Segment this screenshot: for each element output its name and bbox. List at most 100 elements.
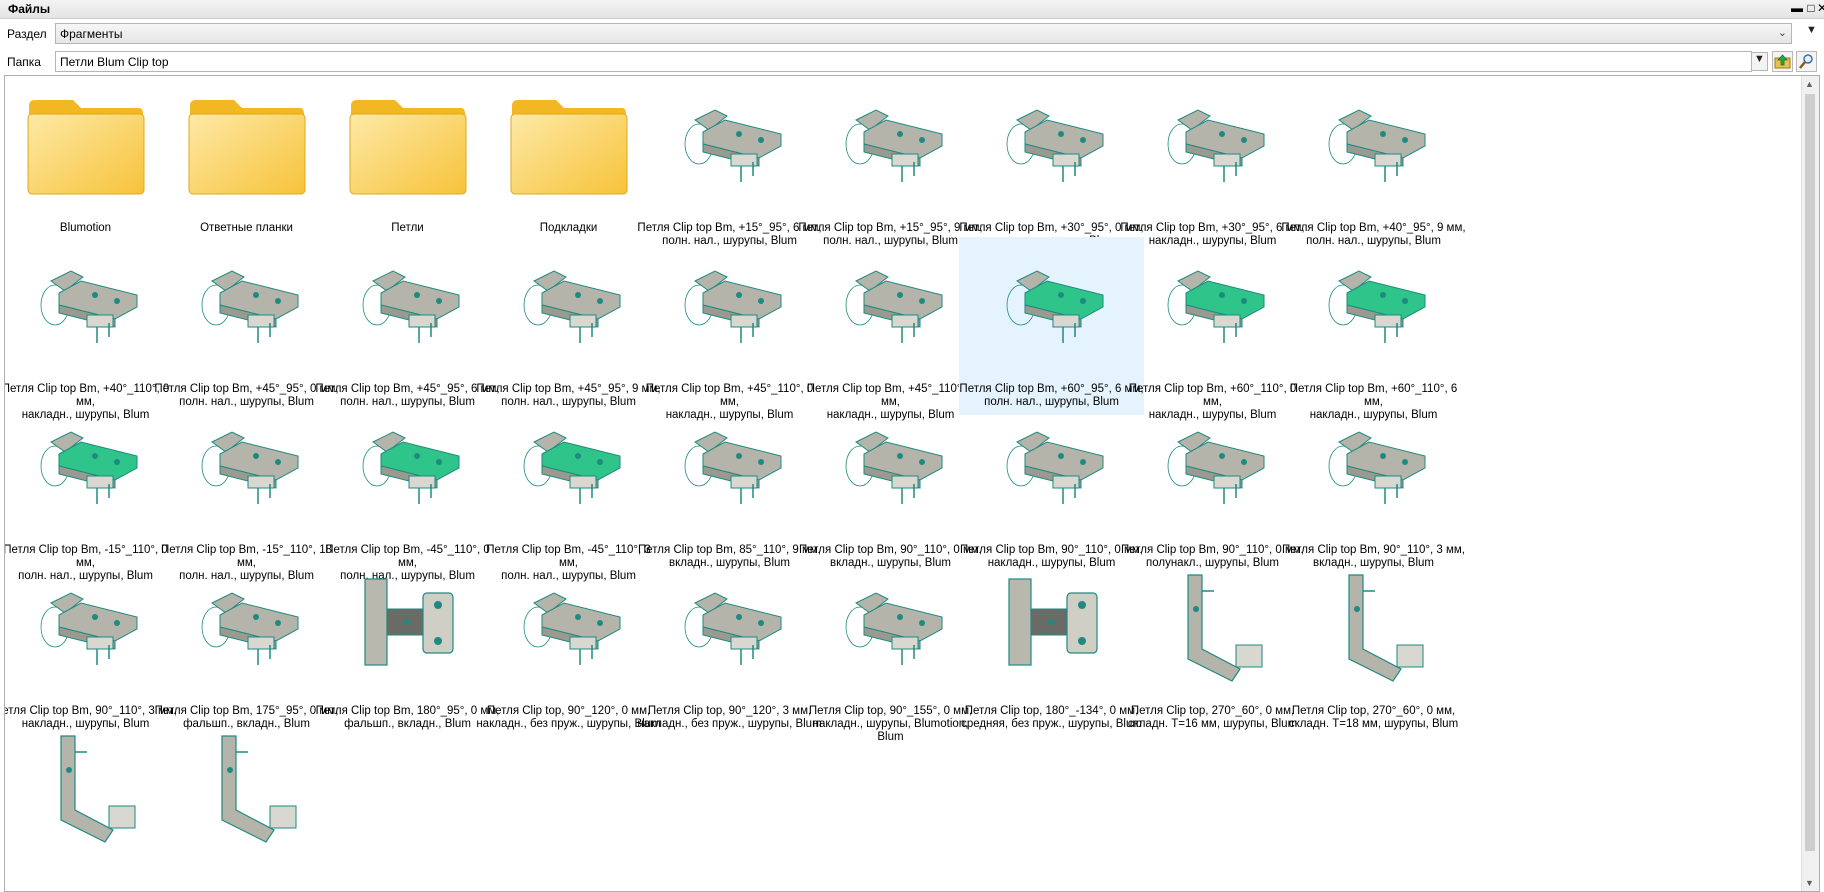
close-button[interactable]: ✕	[1817, 1, 1824, 15]
magnifier-icon	[1799, 54, 1813, 69]
folder-item[interactable]: Blumotion	[5, 76, 178, 254]
hinge-thumbnail-icon	[669, 569, 791, 691]
file-item[interactable]: Петля Clip top Bm, +15°_95°, 6 мм, полн.…	[637, 76, 822, 254]
hinge-thumbnail-icon	[25, 247, 147, 369]
item-caption: Петля Clip top, 270°_60°, 0 мм, складн. …	[1288, 705, 1459, 730]
file-item[interactable]	[5, 720, 178, 891]
file-item[interactable]: Петля Clip top Bm, +45°_95°, 9 мм, полн.…	[476, 237, 661, 415]
hinge-thumbnail-icon	[669, 247, 791, 369]
folder-item[interactable]: Петли	[315, 76, 500, 254]
file-item[interactable]: Петля Clip top Bm, -15°_110°, 18 мм, пол…	[154, 398, 339, 582]
file-item[interactable]: Петля Clip top, 90°_120°, 0 мм, накладн.…	[476, 559, 661, 737]
item-caption: Ответные планки	[200, 222, 293, 234]
hinge-thumbnail-icon	[347, 408, 469, 530]
section-label: Раздел	[7, 27, 47, 41]
section-select[interactable]: Фрагменты ⌄	[55, 23, 1792, 44]
item-caption: Подкладки	[539, 222, 598, 234]
hinge-thumbnail-icon	[991, 247, 1113, 369]
file-item[interactable]: Петля Clip top Bm, +30°_95°, 0 мм, накла…	[959, 76, 1144, 254]
search-button[interactable]	[1796, 51, 1817, 72]
hinge-thumbnail-icon	[830, 247, 952, 369]
item-caption: Петля Clip top, 270°_60°, 0 мм, складн. …	[1127, 705, 1298, 730]
file-item[interactable]: Петля Clip top, 90°_155°, 0 мм, накладн.…	[798, 559, 983, 743]
hinge-thumbnail-icon	[508, 408, 630, 530]
hinge-thumbnail-icon	[830, 408, 952, 530]
hinge-thumbnail-icon	[1152, 247, 1274, 369]
folder-row: Папка Петли Blum Clip top ▼	[0, 49, 1824, 75]
hinge-thumbnail-icon	[186, 247, 308, 369]
maximize-button[interactable]: □	[1804, 1, 1818, 15]
file-item[interactable]: Петля Clip top Bm, +30°_95°, 6 мм, накла…	[1120, 76, 1305, 254]
file-item[interactable]	[154, 720, 339, 891]
file-item[interactable]: Петля Clip top Bm, +40°_110°, 0 мм, накл…	[5, 237, 178, 421]
file-item[interactable]: Петля Clip top Bm, 90°_110°, 0 мм, полун…	[1120, 398, 1305, 576]
folder-label: Папка	[7, 55, 41, 69]
file-item[interactable]: Петля Clip top Bm, 90°_110°, 3 мм, вклад…	[1281, 398, 1466, 576]
folder-icon	[347, 86, 469, 208]
hinge-thumbnail-icon	[25, 569, 147, 691]
file-item[interactable]: Петля Clip top Bm, -15°_110°, 0 мм, полн…	[5, 398, 178, 582]
hinge-thumbnail-icon	[669, 408, 791, 530]
file-item[interactable]: Петля Clip top Bm, 90°_110°, 0 мм, накла…	[959, 398, 1144, 576]
hinge-thumbnail-icon	[347, 569, 469, 691]
section-row: Раздел Фрагменты ⌄ ▼	[0, 21, 1824, 47]
file-item[interactable]: Петля Clip top Bm, +45°_110°, 3 мм, накл…	[798, 237, 983, 421]
vertical-scrollbar[interactable]: ▲ ▼	[1801, 76, 1819, 891]
minimize-button[interactable]: ▬	[1790, 1, 1804, 15]
file-browser-pane[interactable]: Blumotion Ответные планки Петли Подкладки Пе…	[4, 75, 1820, 892]
hinge-thumbnail-icon	[669, 86, 791, 208]
folder-path-value: Петли Blum Clip top	[60, 55, 169, 69]
file-item[interactable]: Петля Clip top, 270°_60°, 0 мм, складн. …	[1120, 559, 1305, 737]
hinge-thumbnail-icon	[991, 86, 1113, 208]
file-item[interactable]: Петля Clip top Bm, -45°_110°, 0 мм, полн…	[315, 398, 500, 582]
hinge-thumbnail-icon	[991, 408, 1113, 530]
hinge-thumbnail-icon	[1152, 408, 1274, 530]
file-item[interactable]: Петля Clip top Bm, 85°_110°, 9 мм, вклад…	[637, 398, 822, 576]
folder-icon	[25, 86, 147, 208]
scrollbar-thumb[interactable]	[1805, 94, 1815, 851]
scroll-up-arrow-icon[interactable]: ▲	[1805, 79, 1814, 89]
item-caption: Петля Clip top, 90°_155°, 0 мм, накладн.…	[808, 705, 973, 743]
folder-item[interactable]: Подкладки	[476, 76, 661, 254]
file-item[interactable]: Петля Clip top, 270°_60°, 0 мм, складн. …	[1281, 559, 1466, 737]
file-item[interactable]: Петля Clip top Bm, +60°_110°, 6 мм, накл…	[1281, 237, 1466, 421]
folder-dropdown-button[interactable]: ▼	[1751, 52, 1768, 71]
folder-up-button[interactable]	[1772, 51, 1793, 72]
hinge-thumbnail-icon	[830, 569, 952, 691]
chevron-down-icon: ⌄	[1777, 27, 1787, 39]
window-title: Файлы	[8, 2, 51, 16]
file-item[interactable]: Петля Clip top Bm, +60°_95°, 6 мм, полн.…	[959, 237, 1144, 415]
hinge-thumbnail-icon	[186, 408, 308, 530]
file-item[interactable]: Петля Clip top Bm, 180°_95°, 0 мм, фальш…	[315, 559, 500, 737]
file-item[interactable]: Петля Clip top Bm, 90°_110°, 3 мм, накла…	[5, 559, 178, 737]
folder-item[interactable]: Ответные планки	[154, 76, 339, 254]
hinge-thumbnail-icon	[1313, 408, 1435, 530]
file-item[interactable]: Петля Clip top Bm, +45°_110°, 0 мм, накл…	[637, 237, 822, 421]
file-item[interactable]: Петля Clip top Bm, +60°_110°, 0 мм, накл…	[1120, 237, 1305, 421]
file-item[interactable]: Петля Clip top, 180°_-134°, 0 мм, средня…	[959, 559, 1144, 737]
hinge-thumbnail-icon	[1313, 569, 1435, 691]
file-item[interactable]: Петля Clip top Bm, +15°_95°, 9 мм, полн.…	[798, 76, 983, 254]
hinge-thumbnail-icon	[1313, 86, 1435, 208]
hinge-thumbnail-icon	[25, 730, 147, 852]
folder-path-input[interactable]: Петли Blum Clip top	[55, 51, 1752, 72]
file-item[interactable]: Петля Clip top Bm, 175°_95°, 0 мм, фальш…	[154, 559, 339, 737]
hinge-thumbnail-icon	[508, 569, 630, 691]
file-item[interactable]: Петля Clip top Bm, +45°_95°, 0 мм, полн.…	[154, 237, 339, 415]
file-item[interactable]: Петля Clip top, 90°_120°, 3 мм, накладн.…	[637, 559, 822, 737]
item-caption: Петли	[391, 222, 424, 234]
item-caption: Петля Clip top, 180°_-134°, 0 мм, средня…	[961, 705, 1142, 730]
file-item[interactable]: Петля Clip top Bm, +45°_95°, 6 мм, полн.…	[315, 237, 500, 415]
scroll-down-arrow-icon[interactable]: ▼	[1805, 878, 1814, 888]
item-caption: Петля Clip top, 90°_120°, 3 мм, накладн.…	[637, 705, 822, 730]
hinge-thumbnail-icon	[186, 730, 308, 852]
file-item[interactable]: Петля Clip top Bm, +40°_95°, 9 мм, полн.…	[1281, 76, 1466, 254]
folder-icon	[186, 86, 308, 208]
file-item[interactable]: Петля Clip top Bm, 90°_110°, 0 мм, вклад…	[798, 398, 983, 576]
hinge-thumbnail-icon	[991, 569, 1113, 691]
file-item[interactable]: Петля Clip top Bm, -45°_110°, 3 мм, полн…	[476, 398, 661, 582]
hinge-thumbnail-icon	[186, 569, 308, 691]
folder-icon	[508, 86, 630, 208]
hinge-thumbnail-icon	[508, 247, 630, 369]
section-menu-arrow-icon[interactable]: ▼	[1803, 24, 1820, 43]
